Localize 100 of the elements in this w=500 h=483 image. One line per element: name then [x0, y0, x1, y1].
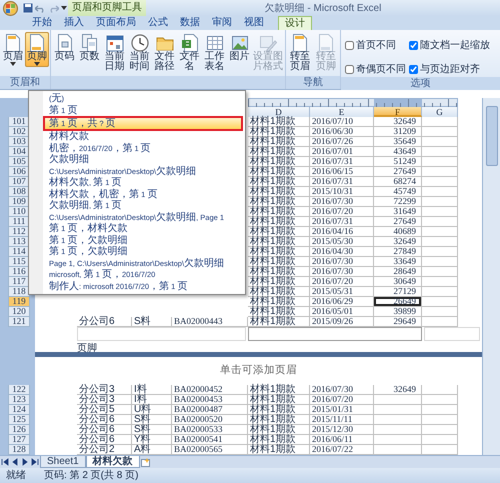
row-header[interactable]: 115 — [8, 257, 30, 267]
row-header[interactable]: 116 — [8, 267, 30, 277]
ribbon-tab[interactable]: 插入 — [58, 16, 90, 30]
column-header[interactable]: F — [374, 107, 422, 117]
row-header[interactable]: 103 — [8, 137, 30, 147]
ribbon-button[interactable]: 页码 — [52, 32, 77, 63]
ribbon-tab[interactable]: 开始 — [26, 16, 58, 30]
ribbon-button[interactable]: 文件名 — [177, 32, 202, 73]
ribbon-button[interactable]: 文件路径 — [152, 32, 177, 73]
row-header[interactable]: 114 — [8, 247, 30, 257]
menu-item[interactable]: 材料欠款 — [43, 131, 243, 142]
table-cell: 2016/06/15 — [310, 167, 374, 177]
row-header[interactable]: 112 — [8, 227, 30, 237]
table-cell: 材料1期款 — [248, 167, 310, 177]
table-cell: 材料1期款 — [248, 187, 310, 197]
ribbon-button[interactable]: 页脚 — [25, 32, 49, 67]
menu-item[interactable]: 欠款明细 — [43, 154, 243, 166]
empty-cell — [422, 247, 458, 257]
table-cell: 材料1期款 — [248, 217, 310, 227]
header-placeholder[interactable]: 单击可添加页眉 — [220, 363, 297, 379]
row-header[interactable]: 117 — [8, 277, 30, 287]
row-header[interactable]: 120 — [8, 307, 30, 317]
table-cell: 28649 — [374, 267, 422, 277]
table-cell: 29649 — [374, 317, 422, 327]
table-cell: 30649 — [374, 277, 422, 287]
row-header[interactable]: 122 — [8, 385, 30, 395]
row-header[interactable]: 123 — [8, 395, 30, 405]
ribbon-button[interactable]: 页数 — [77, 32, 102, 63]
row-header[interactable]: 113 — [8, 237, 30, 247]
ribbon-tab[interactable]: 设计 — [278, 16, 312, 30]
ribbon-tab[interactable]: 页面布局 — [90, 16, 142, 30]
row-header[interactable]: 106 — [8, 167, 30, 177]
table-cell: I料 — [132, 395, 172, 405]
row-header[interactable]: 101 — [8, 117, 30, 127]
save-button[interactable] — [22, 3, 34, 13]
table-cell: 2016/06/11 — [310, 435, 374, 445]
ribbon-tab[interactable]: 公式 — [142, 16, 174, 30]
table-cell: 材料1期款 — [248, 177, 310, 187]
ribbon-tab[interactable]: 审阅 — [206, 16, 238, 30]
last-sheet-button[interactable] — [30, 456, 40, 468]
empty-cell — [422, 217, 458, 227]
row-header[interactable]: 119 — [8, 297, 30, 307]
row-header[interactable]: 121 — [8, 317, 30, 327]
row-header[interactable]: 124 — [8, 405, 30, 415]
office-button[interactable] — [3, 0, 18, 16]
ribbon-button[interactable]: 当前时间 — [127, 32, 152, 73]
checkbox[interactable] — [345, 41, 354, 50]
row-header[interactable]: 109 — [8, 197, 30, 207]
table-cell: 材料1期款 — [248, 147, 310, 157]
row-header[interactable]: 126 — [8, 425, 30, 435]
ribbon-button[interactable]: 转至页眉 — [287, 32, 313, 73]
sheet-tab[interactable]: Sheet1 — [40, 456, 86, 468]
checkbox[interactable] — [409, 65, 418, 74]
row-header[interactable]: 108 — [8, 187, 30, 197]
empty-cell — [422, 187, 458, 197]
new-sheet-button[interactable] — [140, 456, 152, 468]
row-header[interactable]: 125 — [8, 415, 30, 425]
table-cell: 2015/01/31 — [310, 405, 374, 415]
column-header[interactable]: E — [310, 107, 374, 117]
table-cell: 材料1期款 — [248, 277, 310, 287]
first-sheet-button[interactable] — [0, 456, 10, 468]
table-cell: 分公司6 — [77, 415, 132, 425]
group-label: 选项 — [341, 77, 500, 90]
table-cell: 2016/07/30 — [310, 267, 374, 277]
empty-cell — [422, 167, 458, 177]
page-icon — [56, 34, 72, 52]
ribbon-tab[interactable]: 视图 — [238, 16, 270, 30]
table-cell: 72299 — [374, 197, 422, 207]
table-cell: 2016/07/31 — [310, 217, 374, 227]
ribbon-button[interactable]: 当前日期 — [102, 32, 127, 73]
row-header[interactable]: 128 — [8, 445, 30, 455]
table-cell: BA02000533 — [172, 425, 248, 435]
sheet-tab[interactable]: 材料欠款 — [86, 456, 140, 468]
column-header[interactable]: D — [248, 107, 310, 117]
ribbon-button[interactable]: 图片 — [227, 32, 252, 63]
ribbon-button[interactable]: 页眉 — [1, 32, 25, 67]
page-icon — [5, 34, 21, 52]
ribbon-tab[interactable]: 数据 — [174, 16, 206, 30]
table-cell: 材料1期款 — [248, 395, 310, 405]
row-header[interactable]: 104 — [8, 147, 30, 157]
column-header[interactable]: G — [422, 107, 458, 117]
row-header[interactable]: 110 — [8, 207, 30, 217]
spreadsheet-icon — [180, 34, 198, 52]
row-header[interactable]: 107 — [8, 177, 30, 187]
vertical-scrollbar[interactable] — [482, 98, 500, 455]
table-cell: 68274 — [374, 177, 422, 187]
caret-icon — [61, 6, 67, 10]
table-cell: 材料1期款 — [248, 415, 310, 425]
footer-section-box[interactable] — [248, 327, 422, 341]
row-header[interactable]: 111 — [8, 217, 30, 227]
row-header[interactable]: 118 — [8, 287, 30, 297]
footer-label: 页脚 — [77, 342, 97, 352]
checkbox[interactable] — [409, 41, 418, 50]
customize-button[interactable] — [60, 6, 68, 10]
row-header[interactable]: 105 — [8, 157, 30, 167]
ribbon-button[interactable]: 工作表名 — [202, 32, 227, 73]
checkbox[interactable] — [345, 65, 354, 74]
row-header[interactable]: 127 — [8, 435, 30, 445]
row-header[interactable]: 102 — [8, 127, 30, 137]
table-cell: 2015/05/31 — [310, 287, 374, 297]
